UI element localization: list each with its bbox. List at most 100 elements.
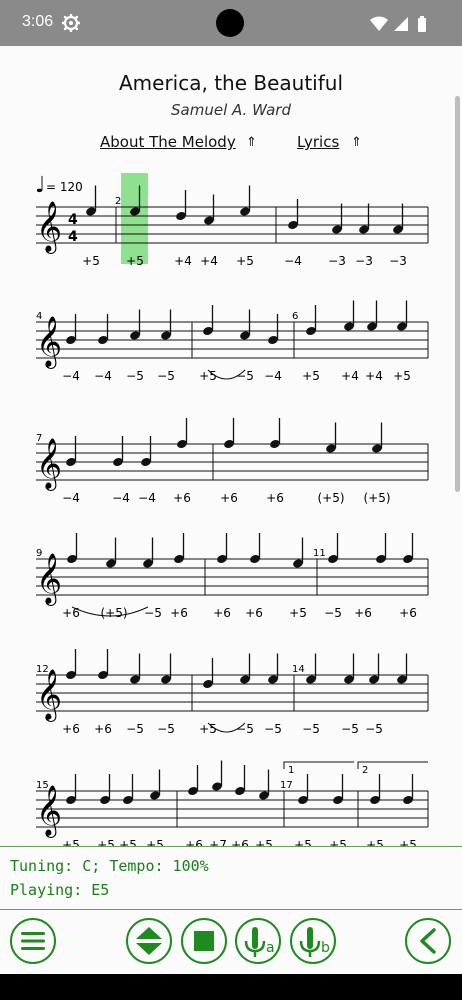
measure-number: 14 <box>292 664 305 675</box>
harmonica-tab: +6 <box>266 491 284 505</box>
camera-cutout <box>216 9 244 37</box>
harmonica-tab: +5 <box>62 838 80 846</box>
harmonica-tab: −3 <box>389 254 407 268</box>
harmonica-tab: (+5) <box>363 491 390 505</box>
wifi-icon <box>370 16 388 31</box>
harmonica-tab: +4 <box>365 369 383 383</box>
harmonica-a-icon: a <box>244 927 275 957</box>
tempo-note-glyph: ♩ <box>35 173 45 198</box>
harmonica-tab: +7 <box>209 838 227 846</box>
measure-number: 2 <box>115 196 121 207</box>
menu-icon <box>21 932 45 950</box>
harmonica-tab: −5 <box>302 722 320 736</box>
harmonica-tab: −3 <box>355 254 373 268</box>
harmonica-tab: +5 <box>329 838 347 846</box>
ending-label: 2 <box>362 765 368 776</box>
harmonica-tab: −5 <box>126 369 144 383</box>
playing-line: Playing: E5 <box>10 881 110 899</box>
battery-icon <box>418 18 426 32</box>
system-status-icons <box>370 16 426 32</box>
staff-system: 𝄞12 14 +6 +6 −5 −5 +5 −5 −5 −5 −5 −5 <box>36 649 429 736</box>
treble-clef: 𝄞 <box>36 316 62 369</box>
harmonica-tab: +6 <box>354 606 372 620</box>
treble-clef: 𝄞 <box>36 553 62 606</box>
harmonica-tab: +5 <box>366 838 384 846</box>
back-icon <box>420 928 436 954</box>
treble-clef: 𝄞 <box>36 201 62 254</box>
treble-clef: 𝄞 <box>36 438 62 491</box>
time-signature: 4 <box>68 212 78 228</box>
measure-number: 11 <box>313 548 326 559</box>
harmonica-tab: +6 <box>213 606 231 620</box>
harmonica-tab: (+5) <box>317 491 344 505</box>
harmonica-b-button[interactable]: b <box>290 918 336 964</box>
harmonica-tab: −5 <box>157 722 175 736</box>
harmonica-tab: −4 <box>94 369 112 383</box>
harmonica-tab: −5 <box>236 369 254 383</box>
harmonica-tab: −3 <box>328 254 346 268</box>
svg-text:b: b <box>321 940 330 956</box>
harmonica-tab: −4 <box>284 254 302 268</box>
score: 𝄞 442+5 +5 +4 +4 +5 −4 −3 −3 −3𝄞4 6−4 −4 −5 −5 +5 −5 −4 +… <box>35 173 429 846</box>
harmonica-tab: −4 <box>112 491 130 505</box>
current-note-highlight <box>121 173 148 264</box>
measure-number: 12 <box>36 664 49 675</box>
harmonica-tab: +6 <box>185 838 203 846</box>
measure-number: 17 <box>280 780 293 791</box>
harmonica-tab: +5 <box>82 254 100 268</box>
measure-number: 9 <box>36 548 42 559</box>
harmonica-tab: +5 <box>393 369 411 383</box>
tempo-mark: = 120 <box>46 180 83 194</box>
harmonica-tab: +5 <box>199 722 217 736</box>
updown-icon <box>136 927 162 955</box>
harmonica-tab: +5 <box>302 369 320 383</box>
harmonica-tab: +4 <box>341 369 359 383</box>
harmonica-tab: −4 <box>62 369 80 383</box>
info-panel: Tuning: C; Tempo: 100% Playing: E5 <box>0 846 462 910</box>
harmonica-tab: −4 <box>62 491 80 505</box>
tempo-updown-button[interactable] <box>126 918 172 964</box>
harmonica-tab: +6 <box>170 606 188 620</box>
measure-number: 6 <box>292 311 298 322</box>
harmonica-tab: −5 <box>144 606 162 620</box>
harmonica-tab: +6 <box>220 491 238 505</box>
staff-system: 𝄞9 11 +6 (+5) −5 +6 +6 +6 +5 −5 +6 +6 <box>36 533 429 620</box>
tuning-tempo-line: Tuning: C; Tempo: 100% <box>10 857 209 875</box>
menu-button[interactable] <box>10 918 56 964</box>
harmonica-tab: (+5) <box>100 606 127 620</box>
time-signature: 4 <box>68 229 78 245</box>
harmonica-tab: −5 <box>324 606 342 620</box>
harmonica-a-button[interactable]: a <box>235 918 281 964</box>
harmonica-tab: +5 <box>255 838 273 846</box>
harmonica-tab: +5 <box>289 606 307 620</box>
harmonica-tab: +4 <box>174 254 192 268</box>
harmonica-tab: −4 <box>264 369 282 383</box>
harmonica-tab: +5 <box>294 838 312 846</box>
back-button[interactable] <box>405 918 451 964</box>
harmonica-tab: +5 <box>399 838 417 846</box>
scrollbar[interactable] <box>455 96 460 492</box>
harmonica-tab: −5 <box>157 369 175 383</box>
harmonica-tab: +6 <box>399 606 417 620</box>
harmonica-tab: +6 <box>94 722 112 736</box>
staff-system: 𝄞15 17 1 2 +5 +5 +5 +5 +6 +7 +6 +5 +5 +5 +5 +5 <box>36 760 429 846</box>
harmonica-tab: +5 <box>119 838 137 846</box>
treble-clef: 𝄞 <box>36 669 62 722</box>
status-time: 3:06 <box>22 13 54 30</box>
stop-button[interactable] <box>181 918 227 964</box>
staff-system: 𝄞4 6 −4 −4 −5 −5 +5 −5 −4 +5 +4 +4 +5 <box>36 300 429 383</box>
harmonica-tab: +6 <box>245 606 263 620</box>
sheet-music-view[interactable]: America, the Beautiful Samuel A. Ward Ab… <box>0 46 462 846</box>
stop-icon <box>194 931 214 951</box>
harmonica-tab: −5 <box>264 722 282 736</box>
harmonica-tab: +6 <box>62 722 80 736</box>
harmonica-tab: +6 <box>62 606 80 620</box>
harmonica-tab: −5 <box>341 722 359 736</box>
harmonica-tab: +5 <box>126 254 144 268</box>
toolbar: a b <box>0 910 462 974</box>
harmonica-tab: +5 <box>146 838 164 846</box>
ending-label: 1 <box>288 765 294 776</box>
staff-system: 𝄞7 −4 −4 −4 +6 +6 +6 (+5) (+5) <box>36 418 429 505</box>
treble-clef: 𝄞 <box>36 785 62 838</box>
harmonica-tab: −5 <box>236 722 254 736</box>
